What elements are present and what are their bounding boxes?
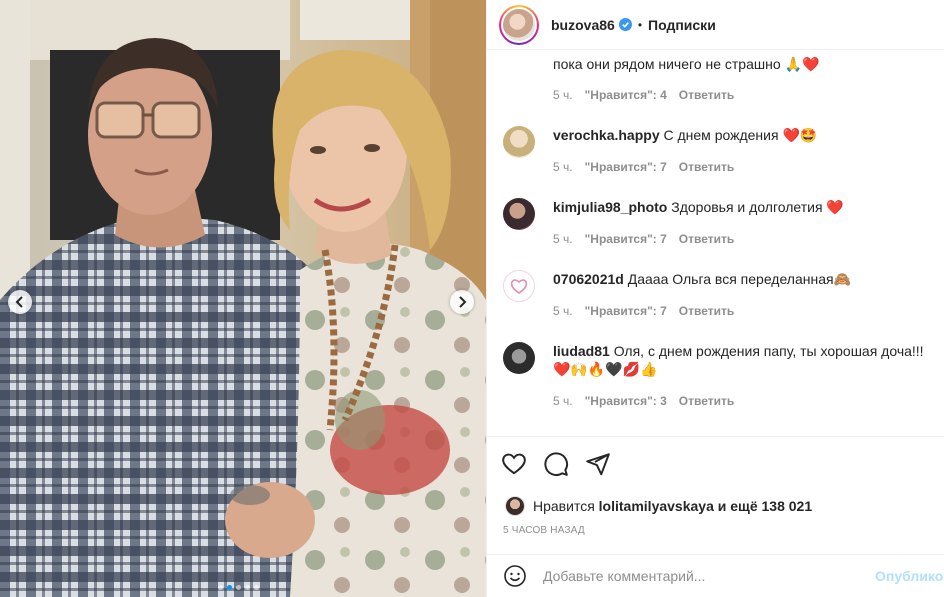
comment-time[interactable]: 5 ч.	[553, 160, 573, 174]
comment-body: Здоровья и долголетия ❤️	[671, 199, 844, 215]
previous-slide-button[interactable]	[8, 290, 32, 314]
liker-avatar[interactable]	[505, 496, 525, 516]
comment-reply-button[interactable]: Ответить	[679, 394, 734, 408]
action-icons	[501, 451, 611, 477]
commenter-username[interactable]: kimjulia98_photo	[553, 199, 667, 215]
add-comment-bar: Опубликовать	[487, 554, 944, 597]
heart-logo-icon	[510, 279, 528, 294]
liked-by: Нравится lolitamilyavskaya и ещё 138 021	[505, 496, 812, 516]
comment-text: liudad81 Оля, с днем рождения папу, ты х…	[553, 342, 938, 378]
comment-time[interactable]: 5 ч.	[553, 232, 573, 246]
next-slide-button[interactable]	[450, 290, 474, 314]
liked-prefix: Нравится	[533, 498, 595, 514]
emoji-icon[interactable]	[503, 564, 527, 588]
comment-time[interactable]: 5 ч.	[553, 304, 573, 318]
comment-icon[interactable]	[543, 451, 569, 477]
comment-text: kimjulia98_photo Здоровья и долголетия ❤…	[553, 198, 938, 216]
header-separator: •	[637, 17, 643, 32]
comment-likes[interactable]: "Нравится": 7	[585, 232, 667, 246]
liker-username[interactable]: lolitamilyavskaya	[599, 498, 714, 514]
comment-likes[interactable]: "Нравится": 7	[585, 160, 667, 174]
comment-reply-button[interactable]: Ответить	[679, 160, 734, 174]
comment-input[interactable]	[543, 568, 863, 584]
author-username[interactable]: buzova86	[551, 17, 615, 33]
comment-meta: 5 ч. "Нравится": 3 Ответить	[553, 394, 734, 408]
comment-reply-button[interactable]: Ответить	[679, 304, 734, 318]
likes-count[interactable]: и ещё 138 021	[718, 498, 812, 514]
commenter-avatar[interactable]	[503, 198, 535, 230]
comment-meta: 5 ч. "Нравится": 7 Ответить	[553, 304, 734, 318]
comment-reply-button[interactable]: Ответить	[679, 88, 734, 102]
comment-time[interactable]: 5 ч.	[553, 88, 573, 102]
post-side-panel: buzova86 • Подписки пока они рядом ничег…	[486, 0, 944, 597]
post-photo-image	[0, 0, 486, 597]
carousel-indicator	[218, 585, 259, 590]
comment-likes[interactable]: "Нравится": 4	[585, 88, 667, 102]
comment-likes[interactable]: "Нравится": 7	[585, 304, 667, 318]
carousel-dot-active	[227, 585, 232, 590]
commenter-avatar[interactable]	[503, 126, 535, 158]
comment-text: 07062021d Даааа Ольга вся переделанная🙈	[553, 270, 938, 288]
author-avatar[interactable]	[499, 4, 539, 45]
comment-meta: 5 ч. "Нравится": 4 Ответить	[553, 88, 734, 102]
commenter-username[interactable]: liudad81	[553, 343, 610, 359]
comment-time[interactable]: 5 ч.	[553, 394, 573, 408]
comment-meta: 5 ч. "Нравится": 7 Ответить	[553, 232, 734, 246]
comments-list[interactable]: пока они рядом ничего не страшно 🙏❤️ 5 ч…	[487, 50, 944, 436]
share-icon[interactable]	[585, 451, 611, 477]
commenter-avatar[interactable]	[503, 270, 535, 302]
carousel-dot	[236, 585, 241, 590]
comment-meta: 5 ч. "Нравится": 7 Ответить	[553, 160, 734, 174]
chevron-left-icon	[15, 296, 23, 308]
comment-reply-button[interactable]: Ответить	[679, 232, 734, 246]
post-timestamp[interactable]: 5 ЧАСОВ НАЗАД	[503, 525, 585, 536]
comment-body: С днем рождения ❤️🤩	[663, 127, 818, 143]
comment-body: Даааа Ольга вся переделанная🙈	[627, 271, 852, 287]
following-button[interactable]: Подписки	[648, 17, 716, 33]
comment-text: пока они рядом ничего не страшно 🙏❤️	[553, 56, 820, 72]
commenter-username[interactable]: verochka.happy	[553, 127, 660, 143]
carousel-dot	[218, 585, 223, 590]
carousel-dot	[254, 585, 259, 590]
commenter-username[interactable]: 07062021d	[553, 271, 624, 287]
heart-icon[interactable]	[501, 451, 527, 477]
carousel-dot	[245, 585, 250, 590]
commenter-avatar[interactable]	[503, 342, 535, 374]
verified-badge-icon	[618, 18, 632, 31]
comment-likes[interactable]: "Нравится": 3	[585, 394, 667, 408]
comment-text: verochka.happy С днем рождения ❤️🤩	[553, 126, 938, 144]
post-photo[interactable]	[0, 0, 486, 597]
post-header: buzova86 • Подписки	[487, 0, 944, 50]
chevron-right-icon	[459, 296, 467, 308]
publish-button[interactable]: Опубликовать	[875, 568, 944, 584]
post-actions: Нравится lolitamilyavskaya и ещё 138 021…	[487, 436, 944, 554]
